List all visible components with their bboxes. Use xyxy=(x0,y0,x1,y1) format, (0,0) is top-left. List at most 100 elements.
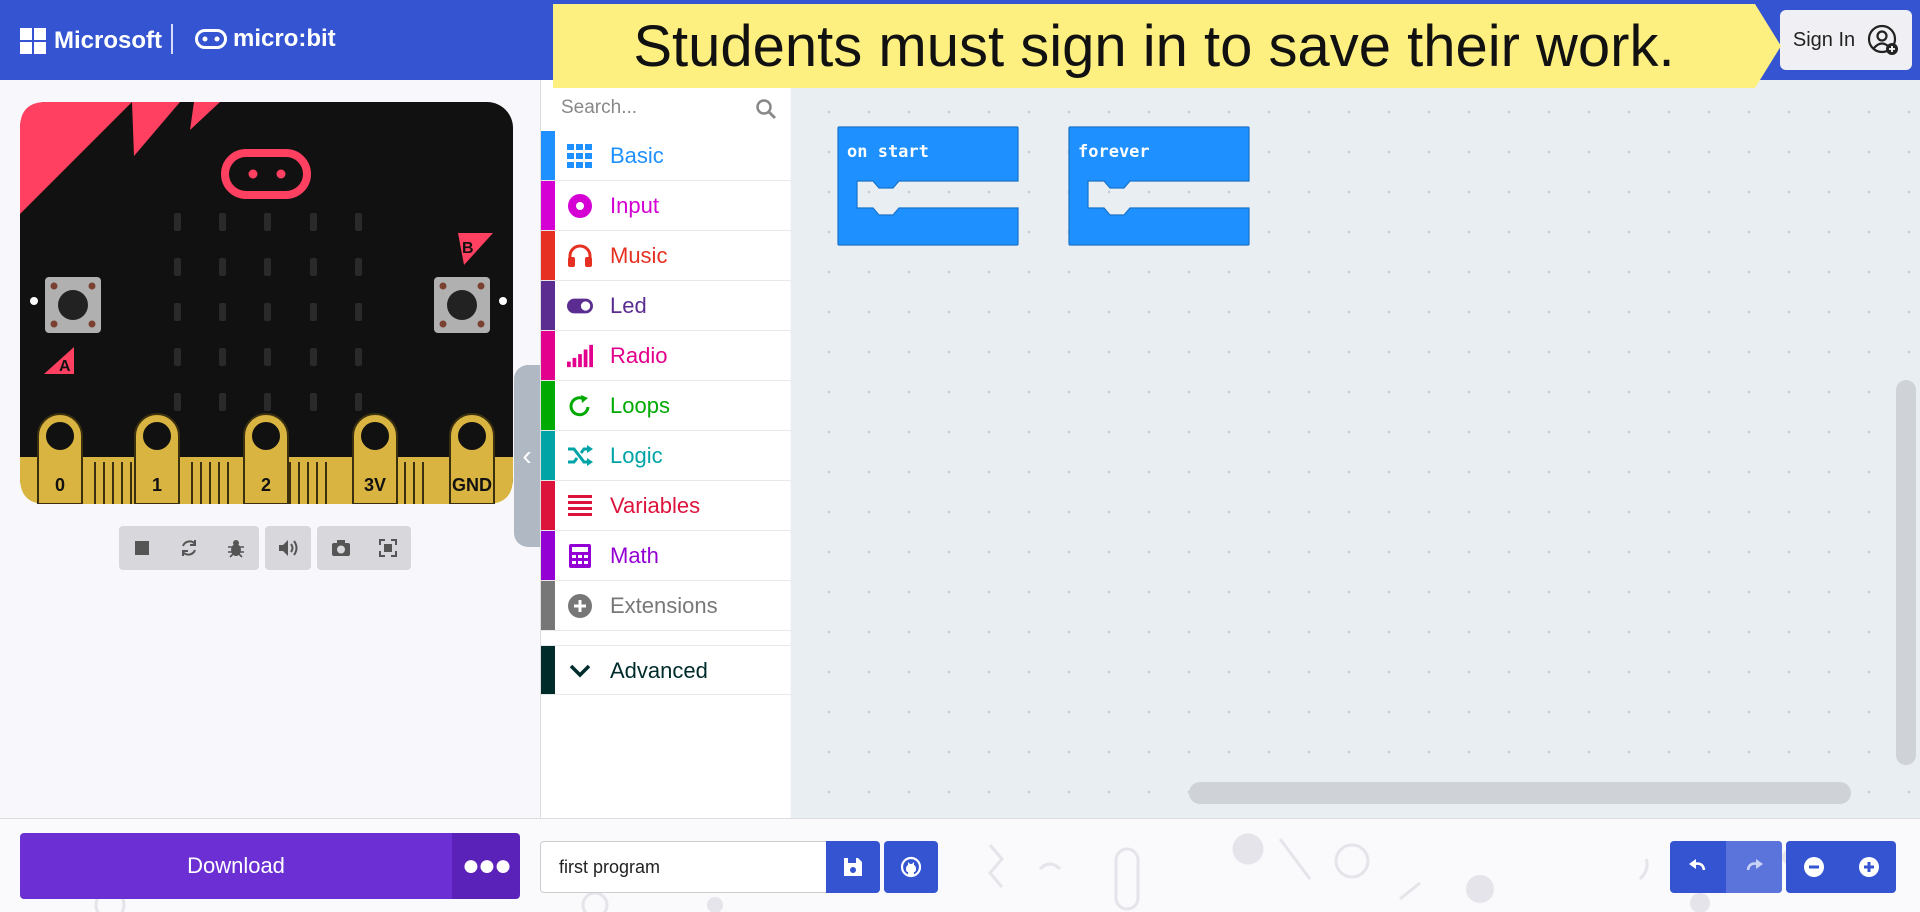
microsoft-logo[interactable]: Microsoft xyxy=(20,27,162,55)
debug-button[interactable] xyxy=(218,530,254,566)
product-label: micro:bit xyxy=(233,25,336,52)
horizontal-scrollbar[interactable] xyxy=(1189,782,1851,804)
category-math[interactable]: Math xyxy=(541,531,791,581)
collapse-simulator-button[interactable]: ‹ xyxy=(514,365,540,547)
shuffle-icon xyxy=(567,444,593,468)
forever-block[interactable]: forever xyxy=(1068,126,1250,246)
calculator-icon xyxy=(567,544,593,568)
category-label: Logic xyxy=(610,443,663,468)
category-radio[interactable]: Radio xyxy=(541,331,791,381)
headphones-icon xyxy=(567,244,593,268)
category-basic[interactable]: Basic xyxy=(541,131,791,181)
microbit-icon xyxy=(195,29,227,49)
pin-3v-label: 3V xyxy=(364,475,386,495)
download-more-button[interactable]: ●●● xyxy=(452,833,520,899)
category-label: Led xyxy=(610,293,647,318)
category-advanced[interactable]: Advanced xyxy=(541,645,791,695)
pin-2-label: 2 xyxy=(261,475,271,495)
pin-3v[interactable]: 3V xyxy=(352,413,398,504)
category-label: Input xyxy=(610,193,659,218)
search-placeholder: Search... xyxy=(561,97,638,118)
category-extensions[interactable]: Extensions xyxy=(541,581,791,631)
screenshot-icon xyxy=(331,540,350,556)
category-led[interactable]: Led xyxy=(541,281,791,331)
user-add-icon xyxy=(1868,24,1899,55)
restart-icon xyxy=(181,540,196,556)
sign-in-button[interactable]: Sign In xyxy=(1780,10,1912,70)
pin-1[interactable]: 1 xyxy=(134,413,180,504)
block-label: forever xyxy=(1078,142,1150,162)
toolbox-search-input[interactable]: Search... xyxy=(541,88,791,128)
project-name-input[interactable] xyxy=(540,841,827,893)
microbit-logo[interactable]: micro:bit xyxy=(195,25,336,53)
redo-button[interactable] xyxy=(1726,841,1782,893)
category-label: Math xyxy=(610,543,659,568)
save-button[interactable] xyxy=(826,841,880,893)
brand-label: Microsoft xyxy=(54,27,162,54)
advanced-label: Advanced xyxy=(610,658,708,683)
category-label: Loops xyxy=(610,393,670,418)
zoom-group xyxy=(1786,841,1896,893)
fullscreen-icon xyxy=(378,539,397,557)
stop-button[interactable] xyxy=(124,530,160,566)
simulator-panel: A B 0 1 2 3V GND xyxy=(0,80,540,818)
vertical-scrollbar[interactable] xyxy=(1896,380,1916,765)
pin-1-label: 1 xyxy=(152,475,162,495)
sim-controls-group-3 xyxy=(317,526,411,570)
windows-logo-icon xyxy=(20,28,46,54)
target-icon xyxy=(567,194,593,218)
signal-bars-icon xyxy=(567,344,593,368)
header-divider xyxy=(171,24,173,54)
category-label: Basic xyxy=(610,143,664,168)
plus-circle-icon xyxy=(567,594,593,618)
download-button[interactable]: Download xyxy=(20,833,452,899)
category-logic[interactable]: Logic xyxy=(541,431,791,481)
zoom-out-button[interactable] xyxy=(1786,841,1841,893)
restart-button[interactable] xyxy=(171,530,207,566)
on-start-block[interactable]: on start xyxy=(837,126,1019,246)
screenshot-button[interactable] xyxy=(323,530,359,566)
sign-in-banner: Students must sign in to save their work… xyxy=(553,4,1781,88)
search-icon[interactable] xyxy=(755,98,777,120)
undo-button[interactable] xyxy=(1670,841,1726,893)
undo-redo-group xyxy=(1670,841,1782,893)
category-label: Variables xyxy=(610,493,701,518)
category-music[interactable]: Music xyxy=(541,231,791,281)
pin-gnd-label: GND xyxy=(452,475,492,495)
toolbox: Search... Basic Input Music Led Radio Lo… xyxy=(540,80,791,818)
redo-icon xyxy=(1746,859,1763,871)
download-label: Download xyxy=(187,853,285,878)
mute-button[interactable] xyxy=(270,530,306,566)
toggle-icon xyxy=(567,294,593,318)
floppy-disk-icon xyxy=(844,858,862,876)
mute-icon xyxy=(279,540,298,556)
pin-2[interactable]: 2 xyxy=(243,413,289,504)
pin-gnd[interactable]: GND xyxy=(449,413,495,504)
pin-0-label: 0 xyxy=(55,475,65,495)
button-a-label: A xyxy=(59,358,71,375)
github-button[interactable] xyxy=(884,841,938,893)
zoom-out-icon xyxy=(1803,857,1824,877)
sim-controls-group-1 xyxy=(119,526,259,570)
category-variables[interactable]: Variables xyxy=(541,481,791,531)
category-label: Music xyxy=(610,243,668,268)
loop-icon xyxy=(567,394,593,418)
bottom-bar: Download ●●● xyxy=(0,818,1920,912)
sign-in-label: Sign In xyxy=(1792,28,1856,51)
sim-controls-group-2 xyxy=(265,526,311,570)
category-input[interactable]: Input xyxy=(541,181,791,231)
github-icon xyxy=(900,856,922,878)
lines-icon xyxy=(567,494,593,518)
zoom-in-icon xyxy=(1858,857,1879,877)
category-loops[interactable]: Loops xyxy=(541,381,791,431)
chevron-down-icon xyxy=(567,659,593,683)
stop-icon xyxy=(135,541,150,555)
pin-0[interactable]: 0 xyxy=(37,413,83,504)
undo-icon xyxy=(1689,859,1706,871)
fullscreen-button[interactable] xyxy=(370,530,406,566)
microbit-board[interactable]: A B 0 1 2 3V GND xyxy=(20,102,513,504)
category-label: Extensions xyxy=(610,593,718,618)
category-label: Radio xyxy=(610,343,668,368)
zoom-in-button[interactable] xyxy=(1841,841,1896,893)
blocks-workspace[interactable]: on start forever xyxy=(791,80,1920,818)
